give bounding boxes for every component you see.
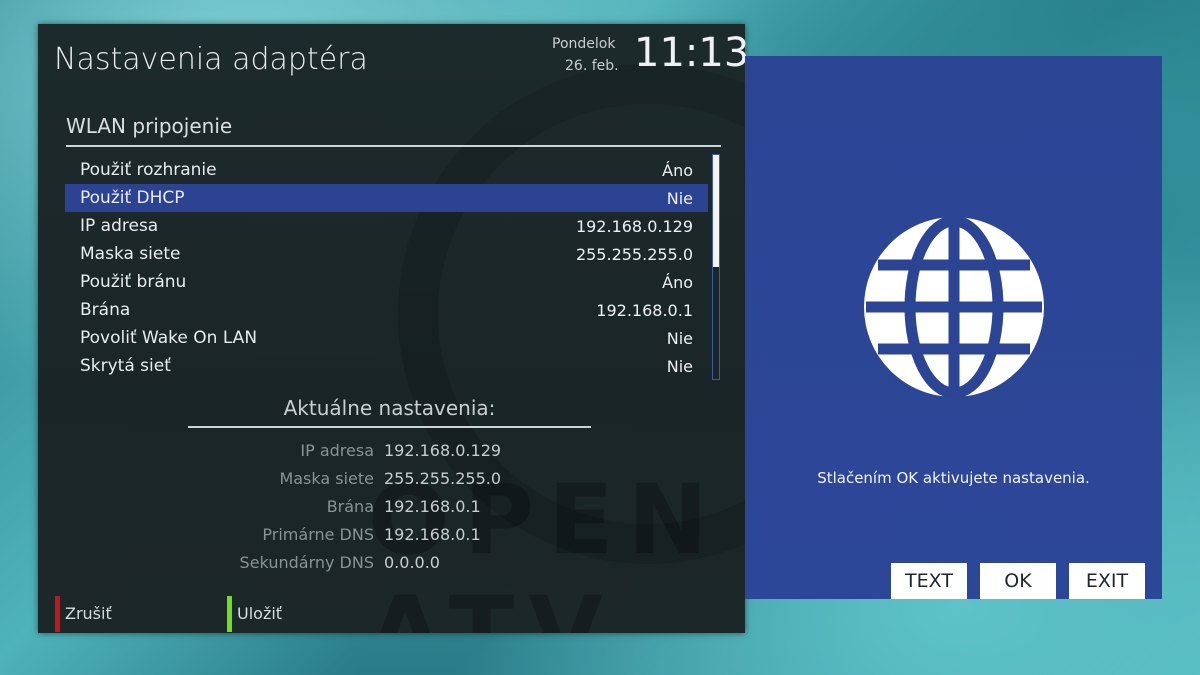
setting-label: Použiť rozhranie [80, 160, 217, 180]
setting-label: IP adresa [80, 216, 159, 236]
save-button[interactable]: Uložiť [237, 604, 282, 623]
info-key: Sekundárny DNS [239, 552, 374, 572]
settings-list: Použiť rozhranie Áno Použiť DHCP Nie IP … [65, 156, 708, 380]
current-settings-title: Aktuálne nastavenia: [283, 396, 496, 420]
text-button[interactable]: TEXT [891, 563, 967, 599]
setting-row-ip-address[interactable]: IP adresa 192.168.0.129 [65, 212, 708, 240]
info-value: 255.255.255.0 [384, 468, 502, 488]
info-key: Brána [326, 496, 374, 516]
scrollbar-thumb[interactable] [713, 155, 719, 267]
info-key: IP adresa [300, 440, 374, 460]
current-settings-divider [188, 426, 591, 428]
info-value: 192.168.0.1 [384, 524, 481, 544]
setting-value: 192.168.0.129 [575, 216, 693, 236]
setting-value: Áno [662, 160, 693, 180]
info-key: Primárne DNS [262, 524, 374, 544]
setting-row-use-dhcp[interactable]: Použiť DHCP Nie [65, 184, 708, 212]
setting-label: Brána [80, 300, 131, 320]
clock-date: 26. feb. [565, 58, 619, 74]
setting-value: 192.168.0.1 [596, 300, 693, 320]
page-title: Nastavenia adaptéra [54, 42, 368, 77]
adapter-settings-panel: OPEN ATV Nastavenia adaptéra Pondelok 26… [38, 24, 749, 633]
section-divider [66, 145, 721, 147]
red-key-indicator [55, 596, 60, 632]
info-value: 0.0.0.0 [384, 552, 440, 572]
info-key: Maska siete [279, 468, 374, 488]
current-settings-list: IP adresa 192.168.0.129 Maska siete 255.… [188, 436, 688, 576]
setting-label: Povoliť Wake On LAN [80, 328, 258, 348]
green-key-indicator [227, 596, 232, 632]
setting-label: Použiť DHCP [80, 188, 185, 208]
globe-icon [864, 215, 1044, 399]
clock-time: 11:13 [634, 30, 750, 76]
setting-value: Áno [662, 272, 693, 292]
exit-button[interactable]: EXIT [1069, 563, 1145, 599]
setting-label: Použiť bránu [80, 272, 187, 292]
setting-value: Nie [666, 188, 693, 208]
setting-value: Nie [666, 328, 693, 348]
setting-row-use-gateway[interactable]: Použiť bránu Áno [65, 268, 708, 296]
list-scrollbar[interactable] [712, 154, 720, 380]
setting-value: 255.255.255.0 [575, 244, 693, 264]
clock-day: Pondelok [552, 36, 616, 52]
cancel-button[interactable]: Zrušiť [65, 604, 112, 623]
setting-row-netmask[interactable]: Maska siete 255.255.255.0 [65, 240, 708, 268]
setting-row-gateway[interactable]: Brána 192.168.0.1 [65, 296, 708, 324]
section-title: WLAN pripojenie [66, 114, 233, 138]
setting-row-hidden-network[interactable]: Skrytá sieť Nie [65, 352, 708, 380]
info-row: IP adresa 192.168.0.129 [188, 436, 688, 464]
info-value: 192.168.0.1 [384, 496, 481, 516]
activation-hint: Stlačením OK aktivujete nastavenia. [817, 469, 1090, 487]
setting-row-use-interface[interactable]: Použiť rozhranie Áno [65, 156, 708, 184]
info-value: 192.168.0.129 [384, 440, 502, 460]
info-row: Brána 192.168.0.1 [188, 492, 688, 520]
ok-button[interactable]: OK [980, 563, 1056, 599]
setting-value: Nie [666, 356, 693, 376]
setting-label: Maska siete [80, 244, 181, 264]
help-side-panel: Stlačením OK aktivujete nastavenia. TEXT… [745, 56, 1162, 599]
setting-row-wake-on-lan[interactable]: Povoliť Wake On LAN Nie [65, 324, 708, 352]
info-row: Sekundárny DNS 0.0.0.0 [188, 548, 688, 576]
setting-label: Skrytá sieť [80, 356, 171, 376]
info-row: Maska siete 255.255.255.0 [188, 464, 688, 492]
info-row: Primárne DNS 192.168.0.1 [188, 520, 688, 548]
